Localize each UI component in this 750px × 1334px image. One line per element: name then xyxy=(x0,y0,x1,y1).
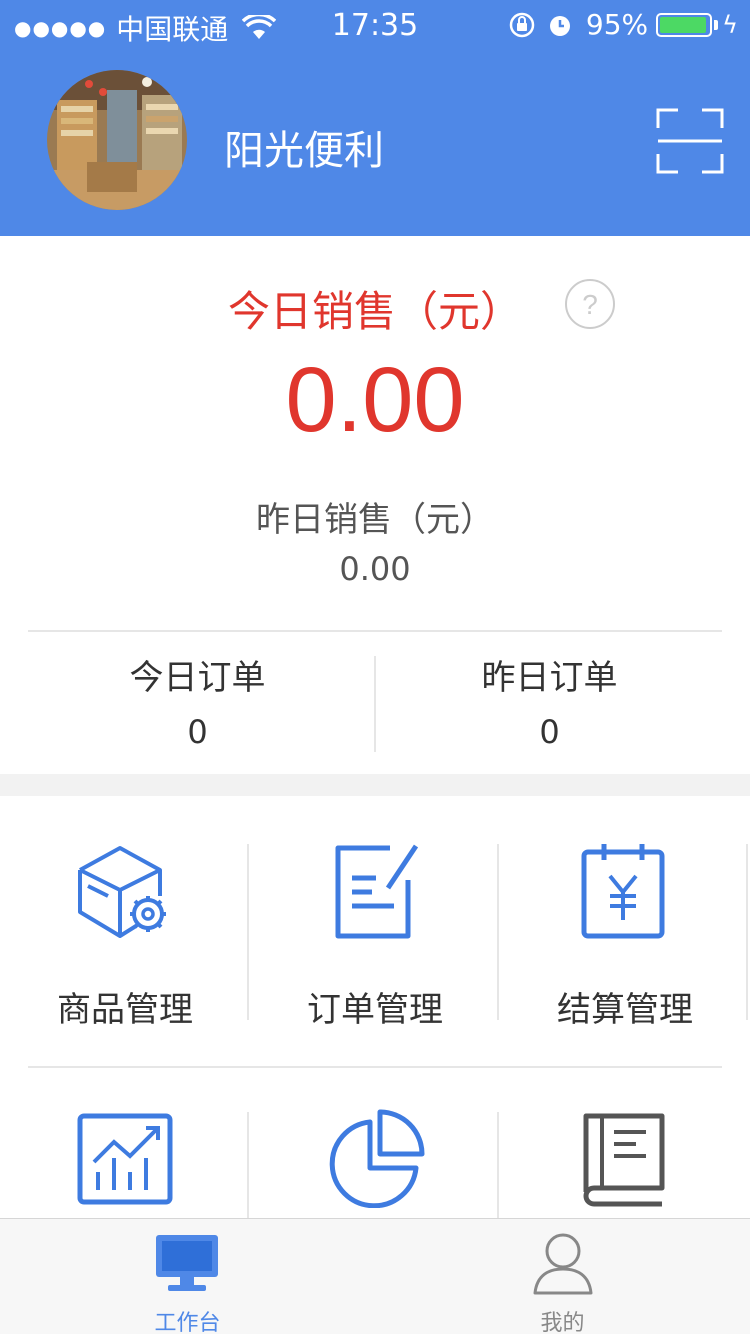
menu-item-order-management[interactable]: 订单管理 xyxy=(250,796,500,1066)
tab-bar: 工作台 我的 xyxy=(0,1218,750,1334)
order-edit-icon xyxy=(335,844,419,939)
today-orders-label: 今日订单 xyxy=(129,658,266,698)
alarm-icon xyxy=(549,15,570,36)
svg-text:?: ? xyxy=(582,289,598,320)
monitor-icon xyxy=(156,1235,218,1291)
yesterday-sales-label: 昨日销售（元） xyxy=(256,500,494,540)
yesterday-orders[interactable]: 昨日订单 0 xyxy=(362,634,737,774)
yesterday-orders-value: 0 xyxy=(539,713,560,751)
menu-item-statistics[interactable] xyxy=(0,1068,250,1218)
menu-item-settlement-management[interactable]: 结算管理 xyxy=(500,796,750,1066)
battery-percent: 95% xyxy=(585,8,649,41)
tab-workbench[interactable]: 工作台 xyxy=(0,1219,375,1334)
menu-item-ledger[interactable] xyxy=(500,1068,750,1218)
menu-item-label: 结算管理 xyxy=(557,990,693,1030)
function-grid: 商品管理 订单管理 结算管理 xyxy=(0,796,750,1218)
menu-item-product-management[interactable]: 商品管理 xyxy=(0,796,250,1066)
settlement-calendar-yen-icon xyxy=(581,844,665,939)
header: ●●●●● 中国联通 17:35 95% ϟ 阳光便利 xyxy=(0,0,750,236)
grid-divider xyxy=(497,1112,499,1218)
pie-chart-icon xyxy=(329,1109,425,1208)
grid-divider xyxy=(247,1112,249,1218)
grid-divider xyxy=(746,844,748,1020)
menu-item-label: 商品管理 xyxy=(57,990,193,1030)
divider xyxy=(28,630,722,632)
yesterday-sales-value: 0.00 xyxy=(339,550,411,588)
battery-cap xyxy=(714,19,719,30)
today-orders-value: 0 xyxy=(187,713,208,751)
product-box-gear-icon xyxy=(78,846,166,938)
orders-summary: 今日订单 0 昨日订单 0 xyxy=(0,634,750,774)
store-avatar[interactable] xyxy=(47,70,187,210)
section-gap xyxy=(0,774,750,796)
menu-item-label: 订单管理 xyxy=(307,990,443,1030)
tab-mine[interactable]: 我的 xyxy=(375,1219,750,1334)
help-icon[interactable]: ? xyxy=(564,278,616,330)
today-sales-label: 今日销售（元） xyxy=(227,287,522,336)
rotation-lock-icon xyxy=(509,12,535,37)
grid-divider xyxy=(497,844,499,1020)
battery-fill xyxy=(660,16,706,33)
charging-bolt-icon: ϟ xyxy=(722,10,738,39)
today-orders[interactable]: 今日订单 0 xyxy=(10,634,385,774)
grid-divider xyxy=(247,844,249,1020)
menu-item-report[interactable] xyxy=(250,1068,500,1218)
store-photo xyxy=(47,70,187,210)
sales-summary: 今日销售（元） ? 0.00 昨日销售（元） 0.00 今日订单 0 昨日订单 … xyxy=(0,236,750,774)
tab-label: 工作台 xyxy=(154,1311,221,1334)
user-icon xyxy=(533,1233,593,1295)
yesterday-orders-label: 昨日订单 xyxy=(481,658,618,698)
scan-icon[interactable] xyxy=(656,108,724,174)
today-sales-value: 0.00 xyxy=(285,349,465,451)
status-bar: ●●●●● 中国联通 17:35 95% ϟ xyxy=(0,0,750,50)
statistics-chart-icon xyxy=(77,1113,173,1205)
tab-label: 我的 xyxy=(540,1311,585,1334)
store-name: 阳光便利 xyxy=(224,128,384,174)
battery-icon xyxy=(656,12,713,37)
book-icon xyxy=(583,1113,665,1207)
